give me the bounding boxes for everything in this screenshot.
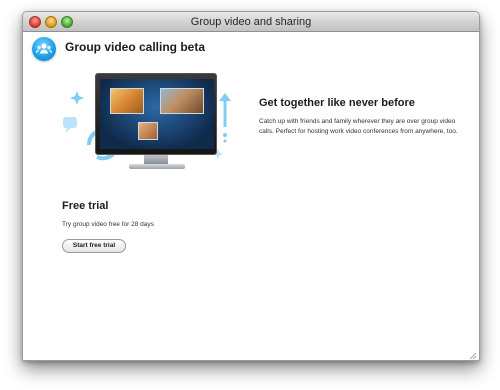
- video-tile-man: [160, 88, 204, 114]
- group-people-glyph: [35, 43, 53, 54]
- free-trial-description: Try group video free for 28 days: [62, 221, 154, 228]
- main-content: Group video calling beta Get together li…: [23, 33, 479, 360]
- video-tile-child: [110, 88, 144, 114]
- page-title: Group video calling beta: [65, 40, 206, 54]
- start-free-trial-button[interactable]: Start free trial: [62, 239, 126, 253]
- free-trial-title: Free trial: [62, 200, 109, 212]
- promo-heading: Get together like never before: [259, 97, 415, 109]
- app-window: Group video and sharing Group video call…: [22, 11, 480, 361]
- sparkle-icon: [70, 91, 84, 105]
- monitor-stand-base: [129, 164, 185, 169]
- promo-description: Catch up with friends and family whereve…: [259, 118, 458, 135]
- title-bar[interactable]: Group video and sharing: [23, 12, 479, 32]
- monitor-graphic: [95, 73, 217, 155]
- monitor-stand-neck: [144, 155, 168, 164]
- monitor-screen: [100, 79, 214, 149]
- chat-bubble-icon: [63, 117, 77, 128]
- resize-grip-icon[interactable]: [469, 352, 477, 360]
- video-tile-small: [138, 122, 158, 140]
- group-people-icon: [32, 37, 56, 61]
- group-video-illustration: [63, 73, 253, 193]
- window-title: Group video and sharing: [190, 16, 312, 28]
